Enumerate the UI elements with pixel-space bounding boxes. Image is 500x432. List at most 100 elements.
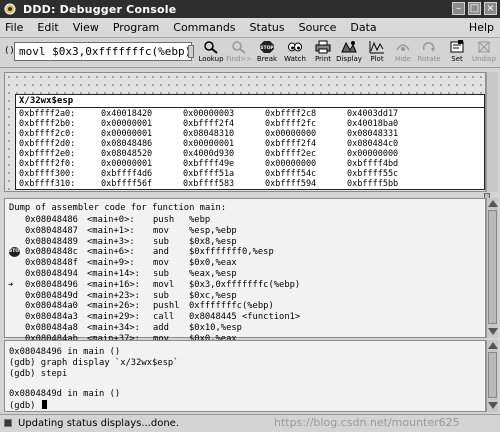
memory-word: 0xbffff583: [183, 179, 235, 189]
find-button[interactable]: Find>>: [226, 40, 252, 66]
asm-off: <main+14>:: [87, 269, 140, 279]
console-prompt[interactable]: (gdb): [9, 400, 47, 411]
asm-args: $0xfffffff0,%esp: [189, 247, 274, 258]
break-label: Break: [256, 55, 278, 63]
asm-op: sub: [153, 290, 169, 301]
hide-button[interactable]: Hide: [390, 40, 416, 66]
assembler-line[interactable]: 0x08048489 <main+3>: sub $0x8,%esp: [5, 237, 475, 248]
assembler-line[interactable]: 0x0804849d <main+23>: sub $0xc,%esp: [5, 291, 475, 302]
asm-addr: 0x08048486: [25, 215, 78, 225]
asm-addr: 0x080484a3: [25, 312, 78, 323]
console-scroll-down-arrow[interactable]: [488, 402, 498, 409]
asm-addr: 0x08048494: [25, 269, 78, 279]
assembler-line[interactable]: 0x08048494 <main+14>: sub %eax,%esp: [5, 269, 475, 280]
memory-word: 0x080484c0: [347, 139, 399, 149]
plot-icon: [369, 41, 384, 54]
memory-word: 0x40018420: [101, 109, 153, 119]
assembler-line[interactable]: 0x08048487 <main+1>: mov %esp,%ebp: [5, 226, 475, 237]
break-button[interactable]: STOP Break: [254, 40, 280, 66]
asm-args: $0x3,0xfffffffc(%ebp): [189, 279, 301, 290]
asm-args: %esp,%ebp: [189, 225, 237, 236]
breakpoint-stop-icon[interactable]: STOP: [9, 247, 22, 258]
minimize-button[interactable]: –: [452, 2, 465, 15]
memory-display-title: X/32wx$esp: [19, 96, 74, 106]
console-scroll-up-arrow[interactable]: [488, 342, 498, 349]
menu-program[interactable]: Program: [106, 18, 166, 38]
hide-icon: [396, 44, 410, 51]
assembler-line[interactable]: ➔ 0x08048496 <main+16>: movl $0x3,0xfffffffc…: [5, 280, 475, 291]
data-display-pane[interactable]: X/32wx$esp 0xbffff2a0: 0x40018420 0x000000…: [4, 72, 486, 192]
display-button[interactable]: Display: [336, 40, 362, 66]
watch-icon: [288, 42, 302, 52]
watch-button[interactable]: Watch: [282, 40, 308, 66]
asm-addr: 0x08048496: [25, 279, 78, 290]
status-indicator[interactable]: [4, 419, 12, 427]
menu-commands[interactable]: Commands: [166, 18, 242, 38]
program-counter-arrow-icon[interactable]: ➔: [8, 280, 13, 290]
argument-history-button[interactable]: [188, 45, 194, 58]
machine-code-scrollbar[interactable]: [486, 198, 498, 338]
memory-word: 0x00000001: [101, 159, 153, 169]
close-button[interactable]: ×: [484, 2, 497, 15]
gdb-console[interactable]: 0x08048496 in main () (gdb) graph displa…: [4, 340, 486, 412]
menu-data[interactable]: Data: [343, 18, 383, 38]
assembler-line[interactable]: 0x080484a3 <main+29>: call 0x8048445 <funct…: [5, 312, 475, 323]
svg-text:STOP: STOP: [260, 45, 274, 51]
menu-help[interactable]: Help: [469, 18, 494, 38]
memory-word: 0x00000000: [265, 129, 317, 139]
memory-word: 0x4000d930: [183, 149, 235, 159]
asm-args: 0x8048445 <function1>: [189, 312, 301, 323]
asm-op: and: [153, 247, 169, 258]
display-label: Display: [336, 55, 362, 63]
asm-op: push: [153, 215, 175, 225]
scroll-down-arrow[interactable]: [488, 328, 498, 335]
asm-args: 0xfffffffc(%ebp): [189, 301, 274, 312]
menu-edit[interactable]: Edit: [30, 18, 65, 38]
maximize-button[interactable]: □: [468, 2, 481, 15]
asm-addr: 0x0804849d: [25, 290, 78, 301]
asm-off: <main+6>:: [87, 247, 135, 258]
set-icon: [450, 40, 464, 53]
console-scrollbar[interactable]: [486, 340, 498, 412]
menu-status[interactable]: Status: [243, 18, 292, 38]
plot-button[interactable]: Plot: [364, 40, 390, 66]
lookup-label: Lookup: [198, 55, 224, 63]
argument-field[interactable]: movl $0x3,0xfffffffc(%ebp): [14, 42, 192, 61]
asm-op: sub: [153, 236, 169, 247]
watermark-text: https://blog.csdn.net/mounter625: [274, 416, 460, 429]
print-label: Print: [314, 55, 332, 63]
data-display-scrollbar[interactable]: [486, 72, 498, 192]
memory-word: 0xbffff55c: [347, 169, 399, 179]
rotate-button[interactable]: Rotate: [416, 40, 442, 66]
status-text: Updating status displays...done.: [18, 418, 180, 429]
memory-word: 0x4003dd17: [347, 109, 399, 119]
menu-source[interactable]: Source: [292, 18, 344, 38]
memory-address: 0xbffff300:: [19, 169, 76, 179]
machine-code-pane[interactable]: Dump of assembler code for function main…: [4, 198, 486, 344]
lookup-button[interactable]: Lookup: [198, 40, 224, 66]
memory-word: 0xbffff594: [265, 179, 317, 189]
menu-file[interactable]: File: [0, 18, 30, 38]
assembler-line[interactable]: 0x080484a8 <main+34>: add $0x10,%esp: [5, 323, 475, 334]
set-button[interactable]: Set: [444, 40, 470, 66]
asm-off: <main+1>:: [87, 225, 135, 236]
memory-display-divider: [16, 107, 484, 108]
assembler-line[interactable]: STOP 0x0804848c <main+6>: and $0xfffffff0,%e…: [5, 247, 475, 258]
assembler-line[interactable]: 0x08048486 <main+0>: push %ebp: [5, 215, 475, 226]
machine-code-scroll-thumb[interactable]: [488, 210, 497, 324]
undisp-button[interactable]: Undisp: [471, 40, 497, 66]
memory-display[interactable]: X/32wx$esp 0xbffff2a0: 0x40018420 0x000000…: [15, 94, 485, 190]
scroll-up-arrow[interactable]: [488, 200, 498, 207]
asm-op: sub: [153, 269, 169, 279]
asm-off: <main+26>:: [87, 301, 140, 312]
assembler-line[interactable]: 0x0804848f <main+9>: mov $0x0,%eax: [5, 258, 475, 269]
asm-args: $0xc,%esp: [189, 290, 237, 301]
asm-addr: 0x080484a8: [25, 323, 78, 333]
print-button[interactable]: Print: [310, 40, 336, 66]
console-scroll-thumb[interactable]: [488, 352, 497, 398]
menu-view[interactable]: View: [66, 18, 106, 38]
memory-address: 0xbffff2a0:: [19, 109, 76, 119]
title-bar: DDD: Debugger Console – □ ×: [0, 0, 500, 18]
assembler-line[interactable]: 0x080484a0 <main+26>: pushl 0xfffffffc(%ebp…: [5, 301, 475, 312]
app-icon[interactable]: [3, 2, 17, 16]
